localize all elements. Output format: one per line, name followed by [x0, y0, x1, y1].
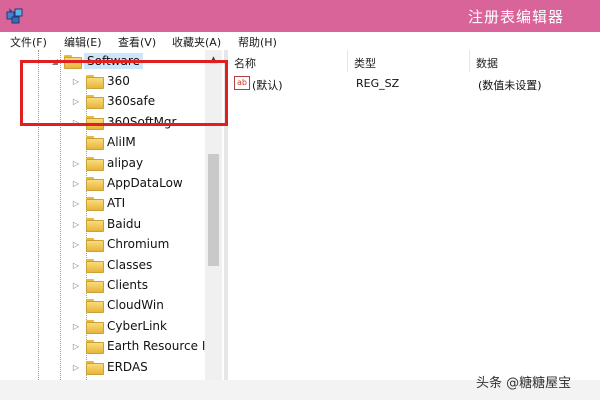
folder-icon: [86, 75, 104, 89]
folder-icon: [86, 95, 104, 110]
folder-icon: [86, 136, 104, 151]
tree-node-label: AliIM: [107, 135, 136, 150]
tree-node[interactable]: ▷ alipay: [0, 154, 205, 174]
folder-icon: [86, 279, 104, 293]
tree-node[interactable]: ▷ Clients: [0, 276, 205, 296]
tree-node-label: Classes: [107, 257, 153, 272]
expand-arrow-icon[interactable]: ▷: [71, 321, 81, 333]
tree-node-label: CloudWin: [107, 298, 164, 313]
expand-arrow-icon[interactable]: ▷: [71, 198, 81, 210]
tree-node[interactable]: ▷ ERDAS: [0, 358, 205, 378]
expand-arrow-icon[interactable]: ▷: [71, 96, 81, 108]
key-tree-pane[interactable]: ◢ Software ▷ 360 ▷ 360safe ▷ 360SoftMgr AliIM ▷ al…: [0, 50, 224, 380]
tree-node-software[interactable]: ◢ Software: [0, 52, 205, 72]
tree-node[interactable]: ▷ ATI: [0, 194, 205, 214]
value-list-pane[interactable]: 名称 类型 数据 ab (默认) REG_SZ (数值未设置): [228, 50, 600, 380]
tree-node-label: Earth Resource I: [107, 339, 206, 354]
tree-node[interactable]: ▷ 360SoftMgr: [0, 113, 205, 133]
scroll-up-arrow-icon[interactable]: ▲: [205, 52, 222, 68]
value-row-default[interactable]: ab (默认) REG_SZ (数值未设置): [228, 74, 600, 94]
menu-favorites[interactable]: 收藏夹(A): [172, 34, 221, 50]
folder-icon: [86, 299, 104, 314]
tree-node-label: ERDAS: [107, 359, 148, 374]
tree-node-label: Software: [84, 53, 143, 69]
tree-node-label: Clients: [107, 278, 148, 292]
title-bar: 注册表编辑器: [0, 0, 600, 32]
tree-node-label: alipay: [107, 155, 144, 170]
collapse-arrow-icon[interactable]: ◢: [50, 56, 60, 68]
tree-node-label: 360safe: [107, 94, 156, 109]
tree-node-label: Chromium: [107, 237, 170, 252]
tree-node[interactable]: ▷ AppDataLow: [0, 174, 205, 194]
folder-icon: [86, 177, 104, 191]
menu-edit[interactable]: 编辑(E): [64, 34, 102, 50]
tree-node-label: CyberLink: [107, 318, 167, 333]
tree-node-label: ATI: [107, 196, 126, 211]
folder-icon: [64, 55, 82, 69]
tree-node[interactable]: CloudWin: [0, 296, 205, 316]
string-value-icon: ab: [234, 76, 250, 90]
value-name: (默认): [252, 79, 283, 92]
expand-arrow-icon[interactable]: ▷: [71, 117, 81, 129]
expand-arrow-icon[interactable]: ▷: [71, 219, 81, 231]
folder-icon: [86, 360, 104, 375]
expand-arrow-icon[interactable]: ▷: [71, 158, 81, 170]
expand-arrow-icon[interactable]: ▷: [71, 178, 81, 190]
tree-node-label: AppDataLow: [107, 176, 183, 190]
tree-node[interactable]: ▷ 360: [0, 72, 205, 92]
folder-icon: [86, 156, 104, 171]
watermark-text: 头条 @糖糖屋宝: [476, 376, 572, 391]
window-title: 注册表编辑器: [468, 8, 565, 26]
folder-icon: [86, 238, 104, 253]
expand-arrow-icon[interactable]: ▷: [71, 362, 81, 374]
tree-node[interactable]: ▷ Classes: [0, 256, 205, 276]
expand-arrow-icon[interactable]: ▷: [71, 280, 81, 292]
menu-file[interactable]: 文件(F): [10, 34, 47, 50]
scroll-thumb[interactable]: [208, 154, 219, 266]
menu-bar: 文件(F) 编辑(E) 查看(V) 收藏夹(A) 帮助(H): [0, 32, 600, 50]
registry-editor-window: 文件(F) 编辑(E) 查看(V) 收藏夹(A) 帮助(H) ◢ Software…: [0, 32, 600, 380]
expand-arrow-icon[interactable]: ▷: [71, 76, 81, 88]
tree-node[interactable]: ▷ Baidu: [0, 215, 205, 235]
tree-node-label: Baidu: [107, 216, 142, 231]
column-header-type[interactable]: 类型: [348, 50, 470, 72]
tree-node[interactable]: ▷ Chromium: [0, 235, 205, 255]
folder-icon: [86, 319, 104, 334]
folder-icon: [86, 217, 104, 232]
folder-icon: [86, 340, 104, 355]
expand-arrow-icon[interactable]: ▷: [71, 260, 81, 272]
column-header-data[interactable]: 数据: [470, 50, 600, 72]
folder-icon: [86, 197, 104, 212]
expand-arrow-icon[interactable]: ▷: [71, 239, 81, 251]
tree-node[interactable]: ▷ CyberLink: [0, 317, 205, 337]
folder-icon: [86, 115, 104, 130]
menu-help[interactable]: 帮助(H): [238, 34, 277, 50]
tree-node-label: 360SoftMgr: [107, 114, 177, 129]
tree-node[interactable]: ▷ Earth Resource I: [0, 337, 205, 357]
menu-view[interactable]: 查看(V): [118, 34, 156, 50]
column-header-name[interactable]: 名称: [228, 50, 348, 72]
folder-icon: [86, 258, 104, 273]
tree-node-label: 360: [107, 74, 130, 88]
regedit-app-icon[interactable]: [6, 6, 24, 24]
tree-node[interactable]: ▷ 360safe: [0, 92, 205, 112]
tree-node[interactable]: AliIM: [0, 133, 205, 153]
tree-scrollbar[interactable]: ▲: [205, 50, 222, 380]
expand-arrow-icon[interactable]: ▷: [71, 341, 81, 353]
value-type: REG_SZ: [356, 77, 400, 90]
value-data: (数值未设置): [478, 79, 542, 92]
